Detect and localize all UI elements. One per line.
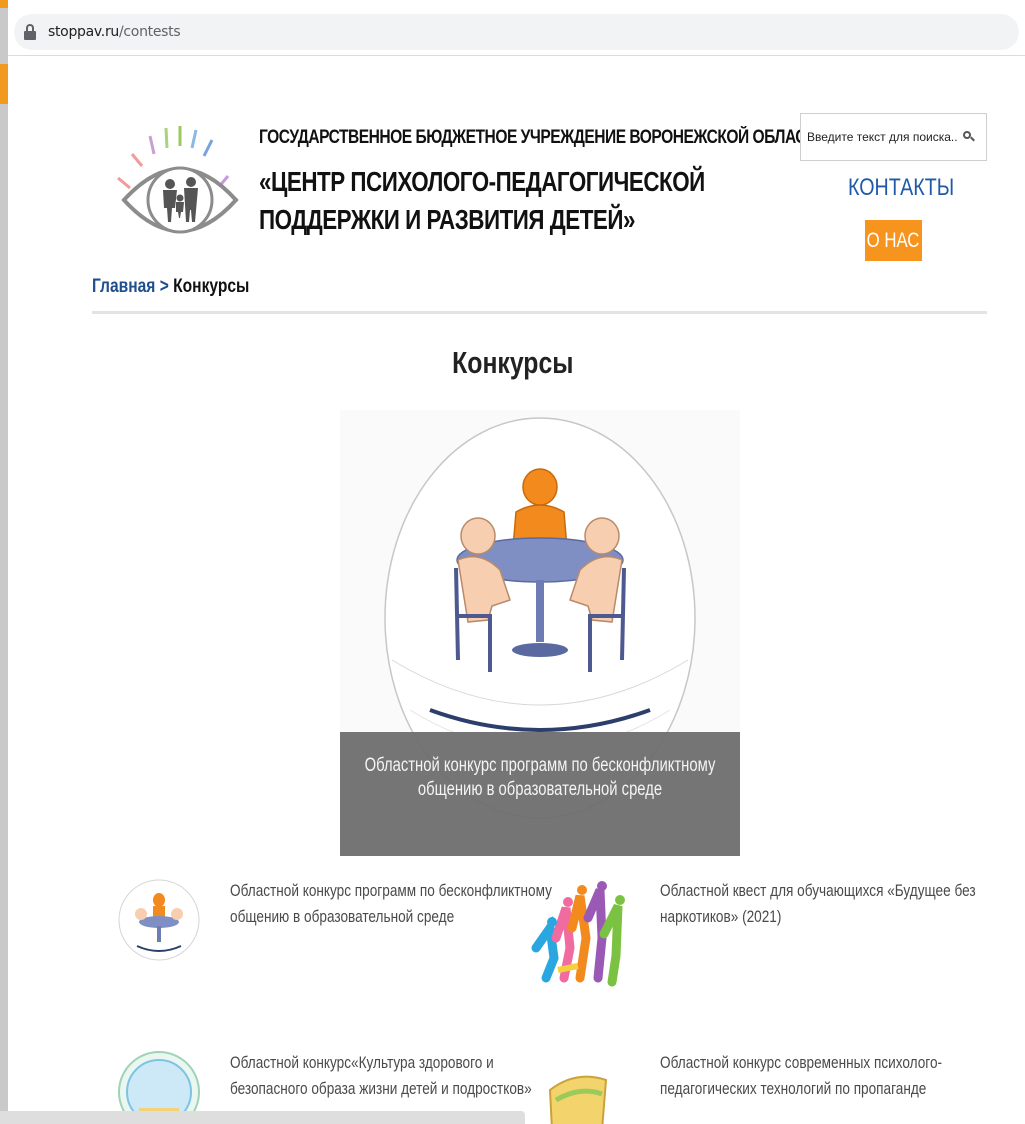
page-title: Конкурсы [0, 345, 1025, 381]
search-icon[interactable] [963, 131, 975, 142]
dancing-people-icon[interactable] [528, 878, 628, 988]
window-edge [0, 0, 8, 1124]
lock-icon[interactable] [22, 23, 38, 41]
contacts-link[interactable]: КОНТАКТЫ [848, 174, 954, 202]
breadcrumb-home-link[interactable]: Главная [92, 276, 155, 297]
url-host: stoppav.ru [48, 23, 119, 40]
contest-link[interactable]: Областной конкурс современных психолого-… [660, 1050, 1010, 1102]
about-us-button[interactable]: О НАС [865, 220, 922, 261]
browser-address-bar: stoppav.ru/contests [8, 8, 1025, 56]
window-edge-accent [0, 0, 8, 8]
org-title-line2: «ЦЕНТР ПСИХОЛОГО-ПЕДАГОГИЧЕСКОЙ [259, 166, 705, 197]
url-text[interactable]: stoppav.ru/contests [48, 23, 181, 40]
org-title-line1: ГОСУДАРСТВЕННОЕ БЮДЖЕТНОЕ УЧРЕЖДЕНИЕ ВОР… [259, 127, 826, 148]
window-edge-accent [0, 64, 8, 104]
eye-family-logo-icon [117, 126, 239, 234]
site-logo[interactable] [110, 118, 245, 253]
featured-contest-caption-text: Областной конкурс программ по бесконфлик… [364, 755, 716, 800]
scroll-icon[interactable] [536, 1050, 621, 1124]
contest-link-text: Областной конкурс программ по бесконфлик… [230, 881, 552, 926]
featured-contest-card[interactable]: Областной конкурс программ по бесконфлик… [340, 410, 740, 856]
org-title-line3: ПОДДЕРЖКИ И РАЗВИТИЯ ДЕТЕЙ» [259, 204, 635, 235]
featured-contest-caption[interactable]: Областной конкурс программ по бесконфлик… [340, 732, 740, 856]
contest-list-item[interactable]: Областной конкурс современных психолого-… [536, 1050, 976, 1124]
breadcrumb-separator: > [159, 276, 169, 297]
contest-list-item[interactable]: Областной конкурс программ по бесконфлик… [117, 878, 587, 988]
contest-list-item[interactable]: Областной квест для обучающихся «Будущее… [531, 878, 976, 988]
contest-link-text: Областной конкурс«Культура здорового и б… [230, 1053, 532, 1098]
breadcrumb: Главная > Конкурсы [92, 276, 249, 298]
contest-link[interactable]: Областной квест для обучающихся «Будущее… [660, 878, 1010, 930]
contest-link-text: Областной квест для обучающихся «Будущее… [660, 881, 976, 926]
page-title-text: Конкурсы [451, 345, 574, 380]
search-box [800, 113, 987, 161]
url-field[interactable]: stoppav.ru/contests [14, 13, 1019, 50]
header-divider [92, 311, 987, 314]
round-table-icon[interactable] [117, 878, 202, 963]
url-path: /contests [118, 23, 181, 40]
about-us-label: О НАС [867, 228, 920, 252]
search-input[interactable] [807, 130, 957, 144]
contest-link-text: Областной конкурс современных психолого-… [660, 1053, 943, 1098]
browser-status-bar [0, 1111, 525, 1124]
breadcrumb-current: Конкурсы [173, 276, 250, 297]
contest-link[interactable]: Областной конкурс«Культура здорового и б… [230, 1050, 580, 1102]
